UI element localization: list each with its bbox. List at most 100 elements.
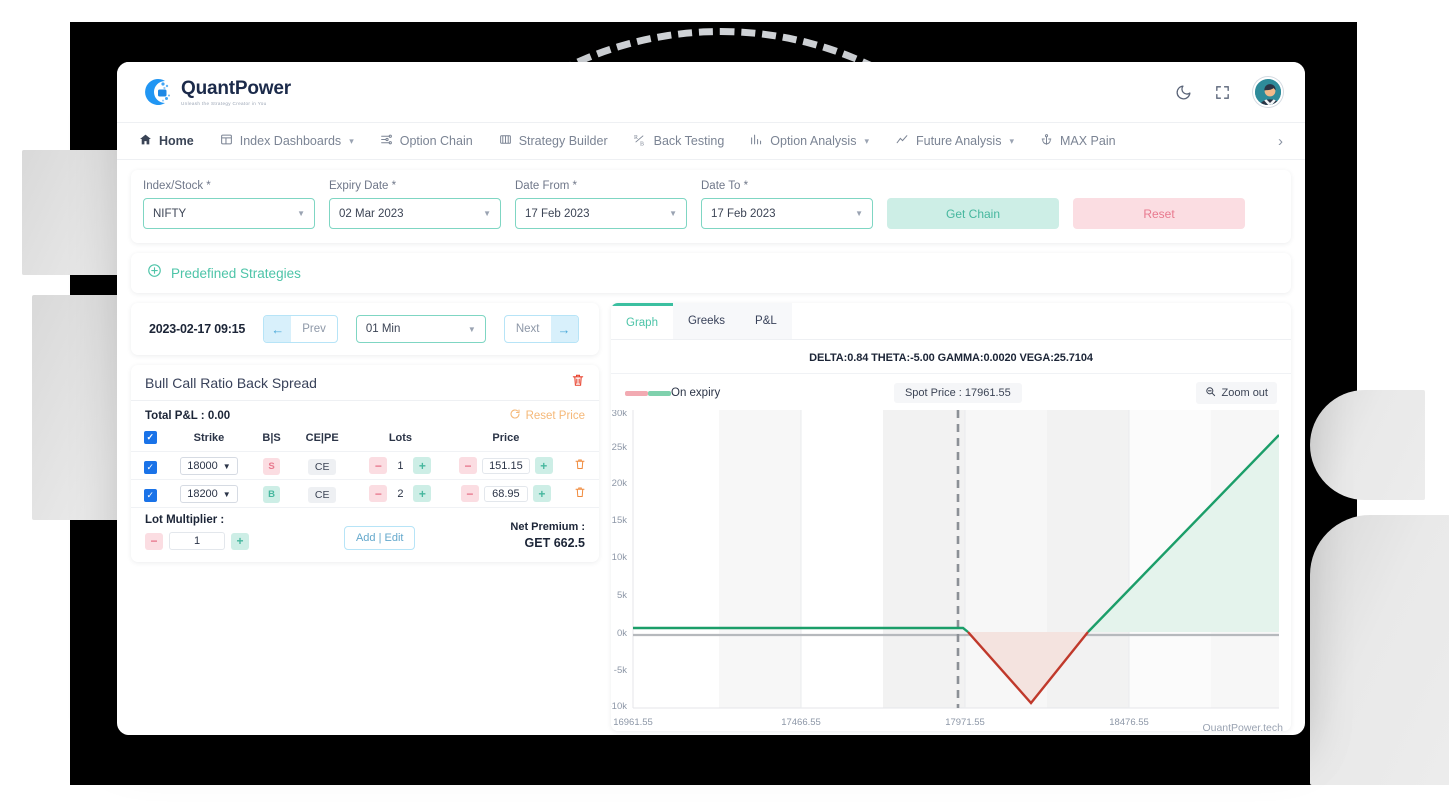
nav-item-option-chain[interactable]: Option Chain (380, 133, 473, 149)
user-avatar[interactable] (1253, 77, 1283, 107)
price-stepper: − 151.15 + (459, 457, 553, 474)
lots-decrement-button[interactable]: − (369, 457, 388, 474)
header-cepe: CE|PE (305, 431, 339, 444)
tab-pl[interactable]: P&L (740, 303, 792, 339)
strike-select[interactable]: 18200 ▼ (180, 485, 238, 503)
arrow-left-icon: ← (264, 316, 292, 342)
lot-multiplier-label: Lot Multiplier : (145, 514, 225, 526)
brand-logo[interactable]: QuantPower Unleash the Strategy Creator … (139, 75, 291, 109)
option-chain-icon (380, 133, 393, 149)
date-to-select[interactable]: 17 Feb 2023 ▼ (701, 198, 873, 229)
nav-label: MAX Pain (1059, 134, 1116, 148)
chart-toolbar: On expiry Spot Price : 17961.55 Zoom out (611, 373, 1291, 410)
select-all-checkbox[interactable] (143, 431, 157, 444)
decorative-shape-right-bottom (1310, 515, 1449, 785)
row-trash-icon[interactable] (574, 485, 586, 502)
row-checkbox[interactable] (143, 488, 157, 502)
field-label: Date To * (701, 180, 749, 192)
predefined-strategies-bar[interactable]: Predefined Strategies (131, 253, 1291, 293)
row-trash-icon[interactable] (574, 457, 586, 474)
next-label: Next (515, 323, 540, 335)
ce-pe-badge[interactable]: CE (307, 458, 337, 475)
zoom-out-button[interactable]: Zoom out (1195, 382, 1277, 404)
chart-watermark: QuantPower.tech (1202, 722, 1283, 731)
legend-swatch-loss (625, 390, 648, 396)
strategy-card: Bull Call Ratio Back Spread Total P&L : … (131, 365, 599, 562)
payoff-chart-svg: 30k 25k 20k 15k 10k 5k 0k -5k -10k 16961… (611, 410, 1279, 728)
current-timestamp: 2023-02-17 09:15 (149, 322, 246, 336)
index-stock-select[interactable]: NIFTY ▼ (143, 198, 315, 229)
price-value[interactable]: 68.95 (483, 485, 528, 502)
trash-icon[interactable] (571, 373, 585, 392)
row-delete-cell (560, 479, 599, 507)
add-edit-button[interactable]: Add | Edit (343, 526, 416, 550)
nav-item-home[interactable]: Home (139, 133, 194, 149)
price-increment-button[interactable]: + (534, 457, 553, 474)
svg-text:B: B (640, 141, 644, 147)
price-decrement-button[interactable]: − (460, 485, 479, 502)
price-value[interactable]: 151.15 (482, 457, 530, 474)
magnifier-icon (1205, 386, 1216, 400)
y-tick-label: 5k (617, 590, 627, 601)
lots-increment-button[interactable]: + (413, 485, 432, 502)
lot-multiplier-value[interactable]: 1 (169, 532, 225, 550)
price-decrement-button[interactable]: − (459, 457, 478, 474)
filter-bar: Index/Stock * NIFTY ▼ Expiry Date * 02 M… (131, 170, 1291, 243)
tab-graph[interactable]: Graph (611, 303, 673, 339)
fullscreen-icon[interactable] (1214, 84, 1231, 101)
lots-increment-button[interactable]: + (413, 457, 432, 474)
chevron-down-icon: ▾ (349, 135, 354, 146)
left-panel: 2023-02-17 09:15 ← Prev 01 Min ▼ Next → … (131, 303, 599, 731)
field-label: Date From * (515, 180, 578, 192)
table-row: 18200 ▼ B CE − 2 + (131, 479, 599, 507)
lots-stepper: − 1 + (369, 457, 432, 474)
chevron-down-icon: ▼ (483, 209, 491, 218)
home-icon (139, 133, 152, 149)
payoff-chart[interactable]: 30k 25k 20k 15k 10k 5k 0k -5k -10k 16961… (611, 410, 1291, 731)
ce-pe-badge[interactable]: CE (307, 486, 337, 503)
nav-item-strategy-builder[interactable]: Strategy Builder (499, 133, 608, 149)
buy-sell-badge[interactable]: S (263, 458, 281, 475)
lots-decrement-button[interactable]: − (369, 485, 388, 502)
get-chain-button[interactable]: Get Chain (887, 198, 1059, 229)
nav-item-max-pain[interactable]: MAX Pain (1040, 133, 1116, 149)
chevron-down-icon: ▼ (297, 209, 305, 218)
y-tick-label: -5k (614, 665, 627, 676)
table-row: 18000 ▼ S CE − 1 + (131, 451, 599, 480)
prev-button[interactable]: ← Prev (263, 315, 338, 343)
buy-sell-badge[interactable]: B (263, 486, 281, 503)
header-bs: B|S (262, 431, 281, 444)
date-from-select[interactable]: 17 Feb 2023 ▼ (515, 198, 687, 229)
nav-item-option-analysis[interactable]: Option Analysis ▾ (750, 133, 869, 149)
nav-item-index-dashboards[interactable]: Index Dashboards ▾ (220, 133, 354, 149)
row-price-cell: − 68.95 + (451, 479, 561, 507)
row-checkbox-cell (131, 451, 170, 480)
lot-multiplier-increment-button[interactable]: + (231, 532, 249, 550)
price-increment-button[interactable]: + (532, 485, 551, 502)
chevron-right-icon[interactable]: › (1278, 133, 1283, 150)
reset-price-button[interactable]: Reset Price (509, 408, 585, 423)
row-checkbox[interactable] (143, 460, 157, 474)
pl-row: Total P&L : 0.00 Reset Price (131, 401, 599, 426)
nav-item-future-analysis[interactable]: Future Analysis ▾ (895, 133, 1014, 149)
nav-label: Back Testing (653, 134, 725, 148)
tab-greeks[interactable]: Greeks (673, 303, 740, 339)
chevron-down-icon: ▼ (222, 489, 231, 499)
reset-button[interactable]: Reset (1073, 198, 1245, 229)
chevron-down-icon: ▼ (669, 209, 677, 218)
nav-item-back-testing[interactable]: RB Back Testing (634, 133, 725, 150)
interval-select[interactable]: 01 Min ▼ (355, 315, 486, 343)
lot-multiplier-decrement-button[interactable]: − (145, 532, 163, 550)
x-tick-label: 17466.55 (781, 717, 821, 728)
strategy-footer: Lot Multiplier : − 1 + Add | Edit Net Pr… (131, 507, 599, 562)
net-premium-group: Net Premium : GET 662.5 (510, 521, 585, 550)
row-delete-cell (560, 451, 599, 480)
strike-select[interactable]: 18000 ▼ (180, 457, 238, 475)
moon-icon[interactable] (1175, 84, 1192, 101)
net-premium-label: Net Premium : (510, 521, 585, 533)
expiry-date-select[interactable]: 02 Mar 2023 ▼ (329, 198, 501, 229)
row-strike-cell: 18200 ▼ (169, 479, 249, 507)
y-tick-label: 15k (612, 515, 628, 526)
y-tick-label: 0k (617, 628, 627, 639)
next-button[interactable]: Next → (503, 315, 579, 343)
